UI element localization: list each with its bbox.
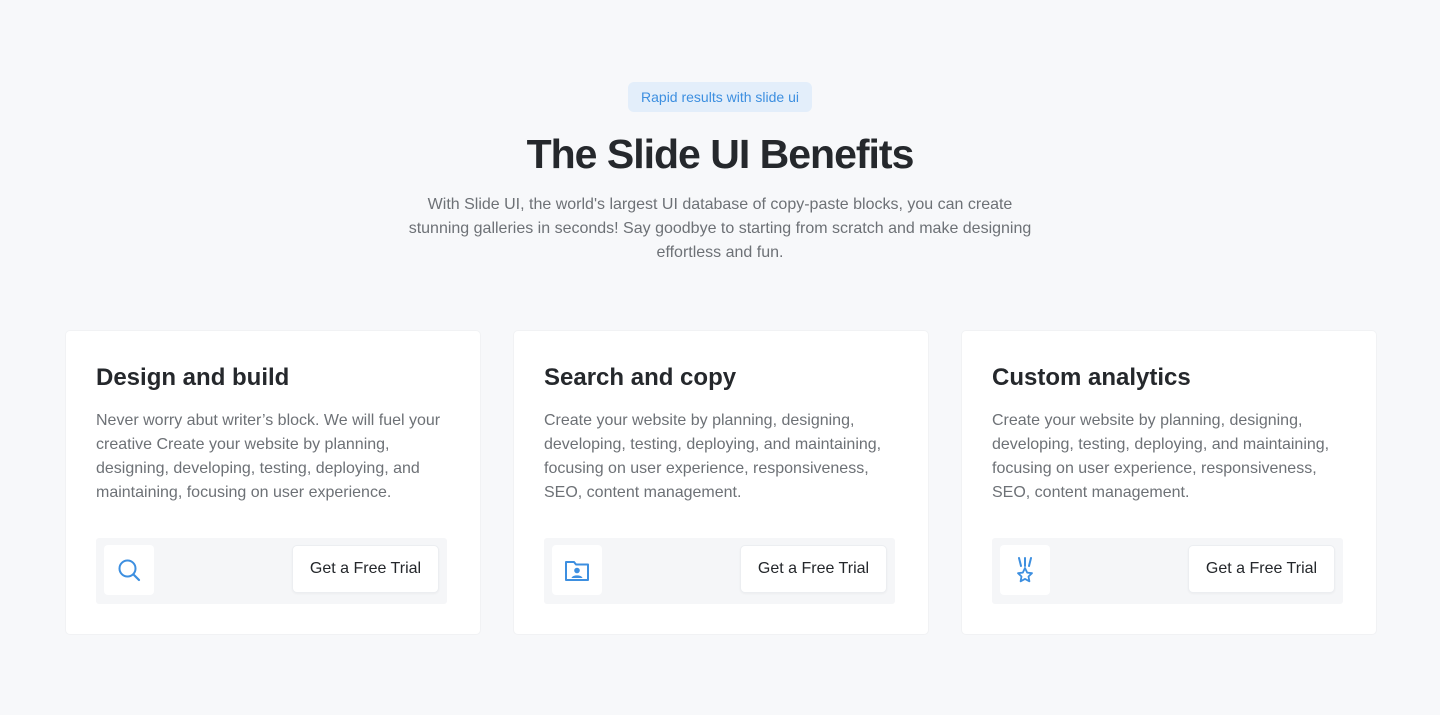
card-title: Custom analytics	[992, 364, 1191, 391]
section-badge: Rapid results with slide ui	[628, 82, 812, 112]
card-title: Design and build	[96, 364, 290, 391]
card-action-bar: Get a Free Trial	[96, 538, 447, 604]
get-free-trial-button[interactable]: Get a Free Trial	[740, 545, 887, 593]
folder-user-icon	[552, 545, 602, 595]
get-free-trial-button[interactable]: Get a Free Trial	[1188, 545, 1335, 593]
card-action-bar: Get a Free Trial	[992, 538, 1343, 604]
section-title: The Slide UI Benefits	[526, 131, 915, 177]
benefit-card-analytics: Custom analytics Create your website by …	[962, 331, 1376, 634]
badge-wrapper: Rapid results with slide ui	[0, 82, 1440, 112]
benefit-cards: Design and build Never worry abut writer…	[66, 331, 1376, 634]
medal-star-icon	[1000, 545, 1050, 595]
card-description: Never worry abut writer’s block. We will…	[96, 412, 441, 501]
get-free-trial-button[interactable]: Get a Free Trial	[292, 545, 439, 593]
benefit-card-design: Design and build Never worry abut writer…	[66, 331, 480, 634]
benefit-card-search: Search and copy Create your website by p…	[514, 331, 928, 634]
benefits-section: Rapid results with slide ui The Slide UI…	[0, 0, 1440, 715]
card-description: Create your website by planning, designi…	[544, 412, 882, 501]
section-subtitle: With Slide UI, the world's largest UI da…	[408, 196, 1032, 261]
card-description: Create your website by planning, designi…	[992, 412, 1330, 501]
card-action-bar: Get a Free Trial	[544, 538, 895, 604]
card-title: Search and copy	[544, 364, 737, 391]
search-icon	[104, 545, 154, 595]
